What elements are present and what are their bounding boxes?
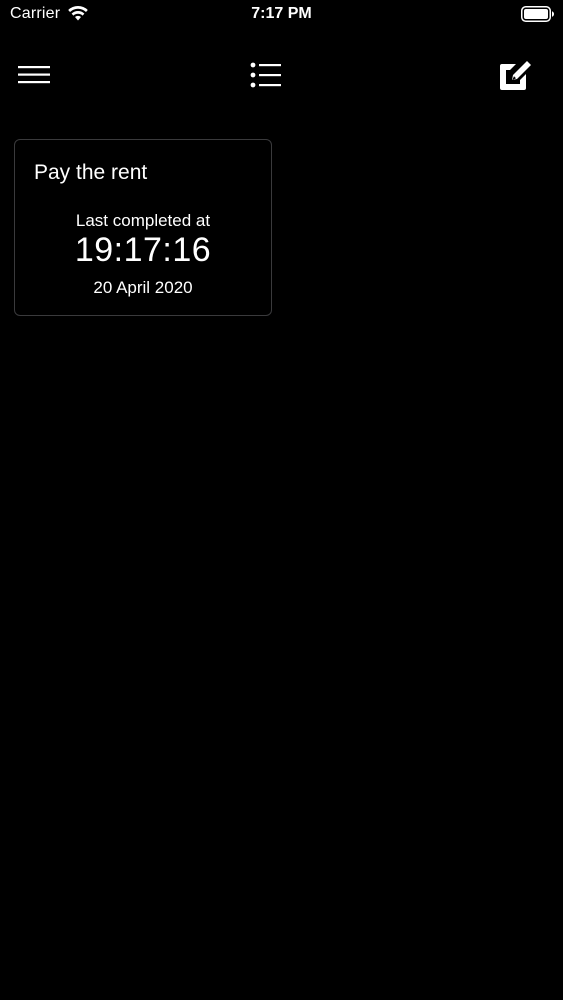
last-completed-label: Last completed at xyxy=(75,211,211,230)
task-title: Pay the rent xyxy=(34,161,148,184)
menu-button[interactable] xyxy=(10,52,58,102)
compose-button[interactable] xyxy=(490,52,538,102)
list-view-button[interactable] xyxy=(240,52,292,102)
compose-icon xyxy=(496,58,532,97)
toolbar xyxy=(0,52,563,102)
last-completed-date: 20 April 2020 xyxy=(93,278,193,297)
hamburger-menu-icon xyxy=(18,64,50,91)
status-bar: Carrier 7:17 PM xyxy=(0,0,563,30)
task-card[interactable]: Pay the rent Last completed at 19:17:16 … xyxy=(14,139,272,316)
status-time: 7:17 PM xyxy=(251,5,312,22)
last-completed-time: 19:17:16 xyxy=(74,231,212,269)
list-icon xyxy=(250,62,282,93)
battery-icon xyxy=(521,6,555,22)
